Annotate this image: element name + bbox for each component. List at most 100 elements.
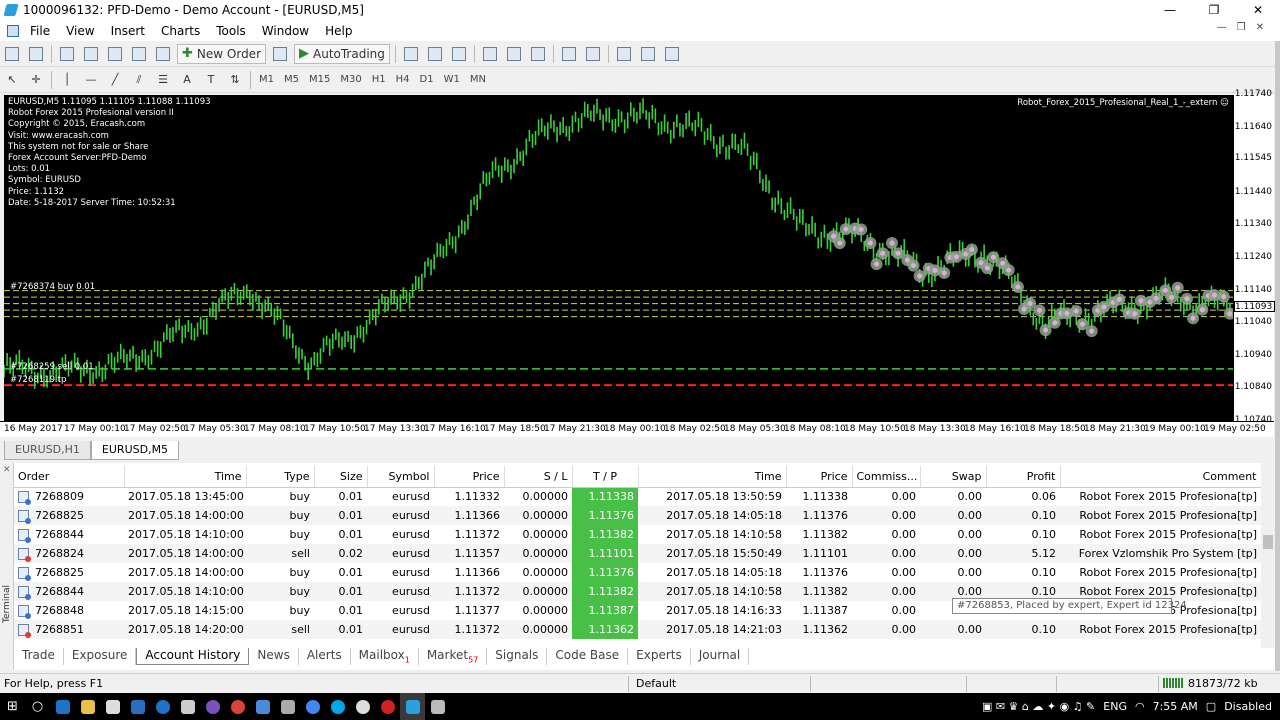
bar-chart-button[interactable] (401, 44, 421, 64)
taskbar-app-settings[interactable] (350, 693, 375, 720)
terminal-tab-trade[interactable]: Trade (14, 648, 64, 665)
table-row[interactable]: 7268809 2017.05.18 13:45:00 buy 0.01 eurusd 1… (14, 487, 1261, 506)
terminal-tab-code-base[interactable]: Code Base (547, 648, 629, 665)
chart-tab-eurusd-m5[interactable]: EURUSD,M5 (90, 441, 180, 460)
table-row[interactable]: 7268844 2017.05.18 14:10:00 buy 0.01 eurusd 1… (14, 525, 1261, 544)
tray-clock[interactable]: 7:55 AM (1153, 700, 1198, 713)
notification-icon[interactable]: ▢ (1206, 700, 1216, 713)
periods-button[interactable] (638, 44, 658, 64)
taskbar-app-store[interactable] (100, 693, 125, 720)
terminal-tab-experts[interactable]: Experts (628, 648, 691, 665)
tray-icons[interactable]: ▣ ✉ ♛ ⌂ ☁ ✦ ◉ ♫ ✎ (982, 700, 1095, 713)
taskbar-app-edge[interactable] (50, 693, 75, 720)
chart-shift-button[interactable] (583, 44, 603, 64)
column-header[interactable]: Time (638, 466, 787, 488)
terminal-tab-signals[interactable]: Signals (487, 648, 548, 665)
search-button[interactable]: ○ (25, 693, 50, 720)
mdi-close-icon[interactable]: ✕ (1256, 22, 1264, 33)
terminal-tab-market[interactable]: Market57 (419, 648, 488, 665)
terminal-button[interactable] (129, 44, 149, 64)
mdi-minimize-icon[interactable]: — (1217, 22, 1227, 33)
line-chart-button[interactable] (449, 44, 469, 64)
column-header[interactable]: S / L (504, 466, 573, 488)
column-header[interactable]: Price (434, 466, 505, 488)
menu-insert[interactable]: Insert (103, 24, 153, 38)
candlesticks-button[interactable] (425, 44, 445, 64)
data-window-button[interactable] (81, 44, 101, 64)
tray-language[interactable]: ENG (1103, 700, 1127, 713)
close-icon[interactable]: ✕ (3, 465, 11, 475)
market-watch-button[interactable] (57, 44, 77, 64)
equidistant-channel-tool[interactable]: ⫽ (129, 70, 149, 90)
column-header[interactable]: Symbol (367, 466, 435, 488)
terminal-tab-journal[interactable]: Journal (691, 648, 750, 665)
column-header[interactable]: Price (786, 466, 853, 488)
terminal-tab-alerts[interactable]: Alerts (299, 648, 351, 665)
tester-button[interactable] (153, 44, 173, 64)
taskbar-app-metatrader[interactable] (400, 693, 425, 720)
close-button[interactable]: ✕ (1236, 0, 1280, 20)
taskbar-app-outlook[interactable] (125, 693, 150, 720)
taskbar-app-notes[interactable] (250, 693, 275, 720)
menu-view[interactable]: View (58, 24, 102, 38)
terminal-tab-mailbox[interactable]: Mailbox1 (351, 648, 419, 665)
timeframe-w1[interactable]: W1 (439, 74, 465, 85)
new-chart-button[interactable] (2, 44, 22, 64)
price-chart[interactable]: #7268374 buy 0.01 #7268259 sell 0.01 #7268… (4, 95, 1233, 421)
tile-windows-button[interactable] (528, 44, 548, 64)
timeframe-m5[interactable]: M5 (279, 74, 304, 85)
zoom-out-button[interactable] (504, 44, 524, 64)
crosshair-tool[interactable]: ✛ (26, 70, 46, 90)
column-header[interactable]: Size (314, 466, 368, 488)
taskbar-app-skype[interactable] (325, 693, 350, 720)
menu-tools[interactable]: Tools (208, 24, 254, 38)
taskbar-app-chrome[interactable] (225, 693, 250, 720)
navigator-button[interactable] (105, 44, 125, 64)
wifi-icon[interactable]: ◠ (1135, 700, 1145, 713)
menu-file[interactable]: File (22, 24, 58, 38)
horizontal-line-tool[interactable]: — (81, 70, 101, 90)
table-row[interactable]: 7268851 2017.05.18 14:20:00 sell 0.01 eurusd… (14, 620, 1261, 639)
maximize-button[interactable]: ❐ (1192, 0, 1236, 20)
cursor-tool[interactable]: ↖ (2, 70, 22, 90)
taskbar-app-photos[interactable] (275, 693, 300, 720)
text-tool[interactable]: A (177, 70, 197, 90)
timeframe-h1[interactable]: H1 (367, 74, 391, 85)
templates-button[interactable] (662, 44, 682, 64)
timeframe-d1[interactable]: D1 (415, 74, 439, 85)
column-header[interactable]: Type (246, 466, 315, 488)
zoom-in-button[interactable] (480, 44, 500, 64)
timeframe-m1[interactable]: M1 (254, 74, 279, 85)
metaeditor-button[interactable] (270, 44, 290, 64)
auto-trading-button[interactable]: ▶ AutoTrading (294, 43, 390, 64)
document-icon[interactable] (7, 24, 19, 37)
taskbar-app-opera[interactable] (375, 693, 400, 720)
column-header[interactable]: Time (124, 466, 247, 488)
column-header[interactable]: Profit (986, 466, 1061, 488)
terminal-scrollbar[interactable] (1261, 463, 1275, 648)
taskbar-app-web[interactable] (150, 693, 175, 720)
start-button[interactable]: ⊞ (0, 693, 25, 720)
menu-window[interactable]: Window (254, 24, 317, 38)
mdi-restore-icon[interactable]: ❐ (1237, 22, 1246, 33)
column-header[interactable]: Order (14, 466, 125, 488)
fibonacci-tool[interactable]: ☰ (153, 70, 173, 90)
timeframe-m30[interactable]: M30 (335, 74, 366, 85)
column-header[interactable]: T / P (572, 466, 639, 488)
timeframe-mn[interactable]: MN (465, 74, 491, 85)
table-row[interactable]: 7268825 2017.05.18 14:00:00 buy 0.01 eurusd 1… (14, 506, 1261, 525)
auto-scroll-button[interactable] (559, 44, 579, 64)
timeframe-m15[interactable]: M15 (304, 74, 335, 85)
taskbar-app-google[interactable] (300, 693, 325, 720)
taskbar-app-explorer[interactable] (75, 693, 100, 720)
taskbar-app-viber[interactable] (200, 693, 225, 720)
table-row[interactable]: 7268824 2017.05.18 14:00:00 sell 0.02 eurusd… (14, 544, 1261, 563)
vertical-line-tool[interactable]: │ (57, 70, 77, 90)
terminal-tab-news[interactable]: News (249, 648, 299, 665)
indicators-button[interactable] (614, 44, 634, 64)
scrollbar-thumb[interactable] (1263, 535, 1273, 549)
new-order-button[interactable]: ✚ New Order (177, 43, 266, 64)
menu-charts[interactable]: Charts (153, 24, 208, 38)
taskbar-app-window[interactable] (425, 693, 450, 720)
column-header[interactable]: Swap (920, 466, 987, 488)
